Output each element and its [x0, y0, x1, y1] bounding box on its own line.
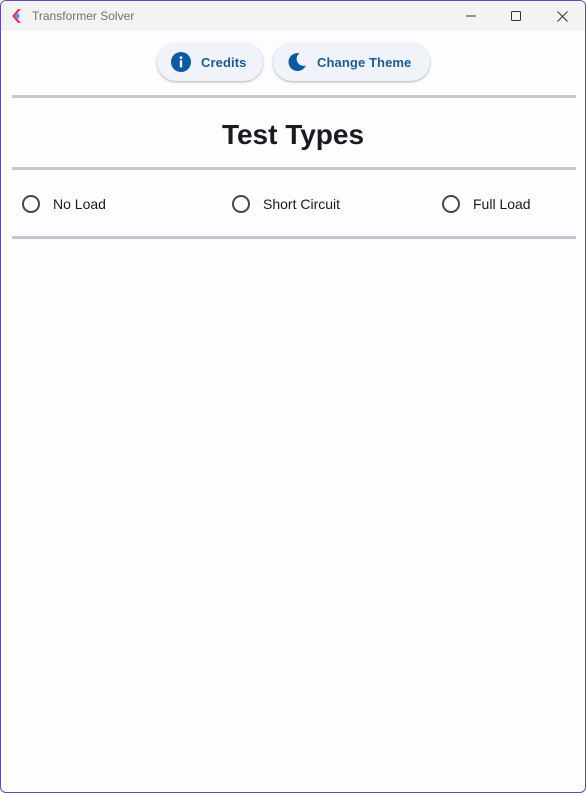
window-title: Transformer Solver [32, 9, 135, 23]
close-icon [556, 10, 568, 22]
minimize-icon [466, 15, 476, 17]
radio-button[interactable] [232, 195, 250, 213]
top-button-bar: Credits Change Theme [1, 43, 585, 83]
app-window: Transformer Solver Credits Change Theme … [0, 0, 586, 793]
credits-button[interactable]: Credits [157, 43, 263, 81]
moon-icon [286, 51, 308, 73]
maximize-icon [511, 11, 521, 21]
radio-label: No Load [53, 196, 106, 212]
info-icon [170, 51, 192, 73]
divider [12, 167, 576, 170]
credits-label: Credits [201, 54, 247, 70]
minimize-button[interactable] [448, 1, 494, 31]
radio-label: Short Circuit [263, 196, 341, 212]
change-theme-label: Change Theme [317, 54, 412, 70]
divider [12, 95, 576, 98]
flutter-logo-icon [10, 8, 26, 24]
title-bar[interactable]: Transformer Solver [1, 1, 585, 31]
radio-button[interactable] [22, 195, 40, 213]
maximize-button[interactable] [493, 1, 539, 31]
radio-option-short-circuit[interactable]: Short Circuit [232, 193, 340, 215]
radio-option-no-load[interactable]: No Load [22, 193, 106, 215]
radio-button[interactable] [442, 195, 460, 213]
radio-option-full-load[interactable]: Full Load [442, 193, 531, 215]
page-title: Test Types [221, 119, 365, 150]
divider [12, 236, 576, 239]
radio-label: Full Load [473, 196, 531, 212]
change-theme-button[interactable]: Change Theme [273, 43, 430, 81]
close-button[interactable] [539, 1, 585, 31]
